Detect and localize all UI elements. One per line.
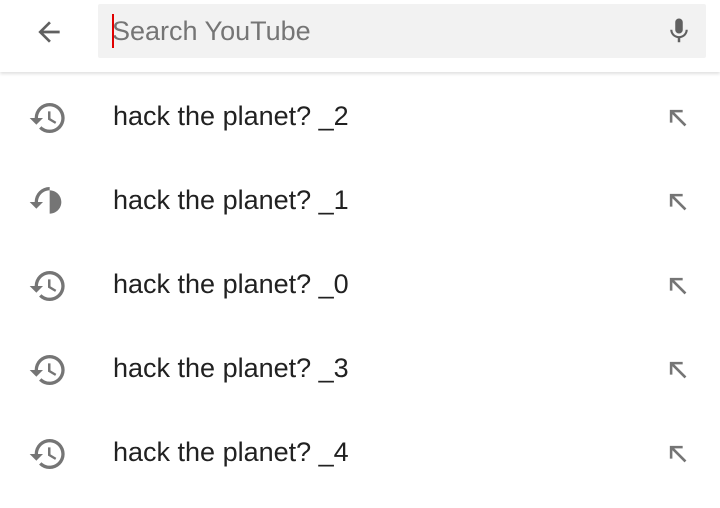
text-cursor bbox=[112, 14, 114, 48]
suggestion-row[interactable]: hack the planet? _3 bbox=[0, 326, 720, 410]
arrow-up-left-icon bbox=[669, 445, 687, 463]
fill-query-button[interactable] bbox=[656, 96, 700, 140]
history-icon bbox=[29, 187, 62, 214]
fill-query-button[interactable] bbox=[656, 180, 700, 224]
search-input[interactable] bbox=[98, 4, 652, 58]
search-box bbox=[98, 4, 706, 58]
back-button[interactable] bbox=[22, 8, 76, 56]
suggestion-row[interactable]: hack the planet? _2 bbox=[0, 74, 720, 158]
suggestion-label: hack the planet? _1 bbox=[113, 184, 349, 215]
history-icon bbox=[29, 271, 65, 301]
suggestion-label: hack the planet? _0 bbox=[113, 268, 349, 299]
history-icon bbox=[29, 439, 65, 469]
suggestion-label: hack the planet? _2 bbox=[113, 100, 349, 131]
microphone-icon bbox=[670, 18, 688, 43]
history-icon bbox=[29, 355, 65, 385]
suggestion-row[interactable]: hack the planet? _0 bbox=[0, 242, 720, 326]
arrow-up-left-icon bbox=[669, 277, 687, 295]
fill-query-button[interactable] bbox=[656, 348, 700, 392]
arrow-up-left-icon bbox=[669, 109, 687, 127]
search-header bbox=[0, 0, 720, 72]
fill-query-button[interactable] bbox=[656, 264, 700, 308]
suggestion-label: hack the planet? _4 bbox=[113, 436, 349, 467]
suggestion-label: hack the planet? _3 bbox=[113, 352, 349, 383]
suggestion-list: hack the planet? _2 hack the planet? _1 … bbox=[0, 72, 720, 494]
suggestion-row[interactable]: hack the planet? _1 bbox=[0, 158, 720, 242]
suggestion-row[interactable]: hack the planet? _4 bbox=[0, 410, 720, 494]
arrow-back-icon bbox=[38, 21, 60, 43]
fill-query-button[interactable] bbox=[656, 432, 700, 476]
arrow-up-left-icon bbox=[669, 361, 687, 379]
arrow-up-left-icon bbox=[669, 193, 687, 211]
voice-search-button[interactable] bbox=[652, 4, 706, 58]
history-icon bbox=[29, 103, 65, 134]
